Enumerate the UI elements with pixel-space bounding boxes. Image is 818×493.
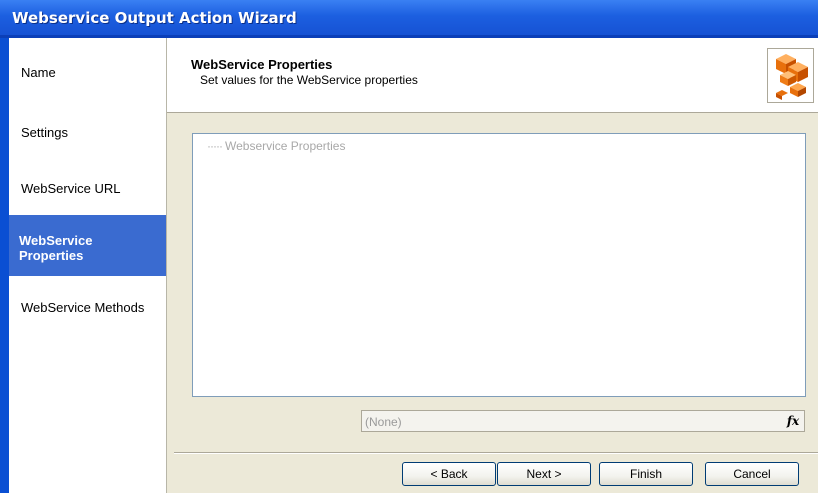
finish-button[interactable]: Finish: [599, 462, 693, 486]
page-header: WebService Properties Set values for the…: [167, 38, 818, 113]
window-title: Webservice Output Action Wizard: [12, 9, 297, 27]
orange-cubes-icon: [767, 48, 814, 103]
properties-tree[interactable]: ····· Webservice Properties: [192, 133, 806, 397]
step-settings[interactable]: Settings: [21, 125, 68, 140]
tree-root-label: Webservice Properties: [224, 139, 346, 153]
expression-field[interactable]: (None) fx: [361, 410, 805, 432]
step-webservice-url[interactable]: WebService URL: [21, 181, 120, 196]
step-webservice-methods[interactable]: WebService Methods: [21, 300, 144, 315]
page-title: WebService Properties: [191, 57, 333, 72]
tree-root-node[interactable]: ····· Webservice Properties: [207, 139, 345, 153]
step-webservice-properties-label: WebService Properties: [19, 233, 93, 263]
wizard-steps-sidebar: Name Settings WebService URL WebService …: [0, 38, 167, 493]
step-name[interactable]: Name: [21, 65, 56, 80]
expression-value: (None): [365, 415, 402, 429]
next-button[interactable]: Next >: [497, 462, 591, 486]
tree-connector-icon: ·····: [207, 139, 223, 153]
title-bar[interactable]: Webservice Output Action Wizard: [0, 0, 818, 38]
step-webservice-properties[interactable]: WebService Properties: [9, 215, 166, 276]
back-button[interactable]: < Back: [402, 462, 496, 486]
function-editor-button[interactable]: fx: [782, 411, 804, 431]
button-divider: [174, 452, 818, 454]
page-subtitle: Set values for the WebService properties: [200, 73, 418, 87]
cancel-button[interactable]: Cancel: [705, 462, 799, 486]
